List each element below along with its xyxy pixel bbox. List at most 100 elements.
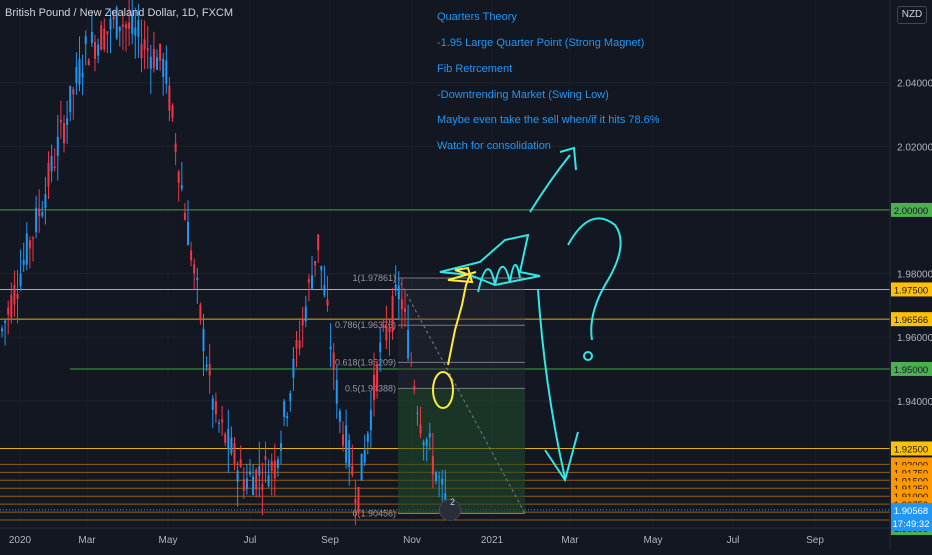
candle-body [35, 207, 38, 233]
candle-body [202, 328, 205, 352]
candle-body [379, 342, 382, 353]
candle-body [118, 26, 121, 32]
candle-body [419, 424, 422, 434]
candle-body [59, 119, 62, 123]
candle-body [143, 39, 146, 50]
candle-body [196, 277, 199, 280]
candle-body [425, 439, 428, 447]
candle-body [211, 398, 214, 411]
price-level-label: 1.96566 [894, 315, 928, 326]
candle-body [388, 327, 391, 333]
candle-body [385, 326, 388, 341]
x-tick-label: May [644, 535, 663, 546]
candle-body [190, 250, 193, 261]
candle-body [357, 487, 360, 512]
candle-body [87, 60, 90, 66]
candle-body [32, 237, 34, 239]
candle-body [187, 221, 189, 245]
candle-body [270, 461, 273, 472]
candle-body [236, 470, 239, 482]
candle-body [140, 44, 143, 59]
candle-body [199, 304, 202, 320]
candle-body [317, 234, 320, 251]
candle-body [168, 85, 171, 111]
countdown-label: 17:49:32 [893, 519, 930, 530]
x-tick-label: 2021 [481, 535, 504, 546]
x-tick-label: Sep [806, 535, 824, 546]
candle-body [149, 56, 152, 69]
candle-body [289, 393, 292, 402]
candle-body [100, 25, 103, 51]
x-tick-label: 2020 [9, 535, 32, 546]
price-level-label: 1.92500 [894, 444, 928, 455]
candle-body [224, 434, 227, 443]
candle-body [320, 266, 323, 271]
candle-body [25, 233, 28, 265]
candle-body [431, 455, 434, 475]
candle-body [50, 156, 53, 172]
x-tick-label: Mar [78, 535, 96, 546]
candle-body [267, 475, 270, 487]
candle-body [103, 28, 106, 50]
annotation-line: Quarters Theory [437, 11, 517, 23]
candle-body [391, 295, 394, 332]
candle-body [245, 478, 248, 490]
candle-body [286, 415, 289, 419]
current-price-label: 1.90568 [894, 506, 928, 517]
candle-body [13, 284, 16, 305]
candle-body [283, 401, 286, 418]
candle-body [276, 459, 279, 469]
annotation-line: -1.95 Large Quarter Point (Strong Magnet… [437, 37, 645, 49]
candle-body [121, 24, 124, 27]
candle-body [233, 443, 236, 464]
candle-body [354, 498, 357, 504]
candle-body [264, 456, 267, 460]
price-chart-svg[interactable]: 1(1.97861)0.786(1.96376)0.618(1.95209)0.… [0, 0, 932, 550]
candle-body [10, 295, 13, 318]
candle-body [307, 279, 310, 283]
notification-badge: 2 [450, 497, 456, 507]
candle-body [208, 364, 211, 376]
candle-body [329, 346, 332, 350]
candle-body [438, 476, 441, 478]
candle-body [134, 27, 137, 36]
candle-body [159, 44, 162, 62]
candle-body [345, 425, 348, 463]
candle-body [255, 469, 258, 490]
candle-body [162, 58, 165, 77]
candle-body [258, 466, 261, 476]
candle-body [28, 240, 31, 249]
annotation-line: Watch for consolidation [437, 140, 551, 152]
candle-body [128, 22, 131, 29]
candle-body [156, 57, 158, 70]
candle-body [304, 306, 307, 322]
candle-body [373, 374, 375, 400]
candle-body [47, 162, 50, 187]
candle-body [292, 358, 295, 378]
y-tick-label: 1.96000 [897, 333, 932, 344]
candle-body [137, 19, 140, 37]
candle-body [394, 284, 397, 291]
currency-badge[interactable]: NZD [897, 6, 927, 24]
x-tick-label: Mar [561, 535, 579, 546]
candle-body [366, 433, 369, 442]
candle-body [239, 459, 242, 467]
candle-body [171, 105, 174, 118]
annotation-line: -Downtrending Market (Swing Low) [437, 89, 609, 101]
candle-body [183, 212, 186, 220]
candle-body [335, 379, 338, 404]
candle-body [44, 194, 47, 209]
candle-body [56, 136, 59, 156]
candle-body [94, 42, 96, 59]
annotation-line: Maybe even take the sell when/if it hits… [437, 114, 660, 126]
candle-body [193, 264, 196, 274]
candle-body [360, 453, 363, 481]
chart-area[interactable]: 1(1.97861) 0.786(1.96376) 0.618(1.95209) 0.… [0, 0, 932, 550]
candle-body [221, 419, 224, 423]
candle-body [1, 328, 3, 332]
candle-body [369, 409, 372, 431]
x-tick-label: Jul [244, 535, 257, 546]
candle-body [338, 410, 341, 422]
candle-body [252, 476, 255, 496]
x-tick-label: Sep [321, 535, 339, 546]
